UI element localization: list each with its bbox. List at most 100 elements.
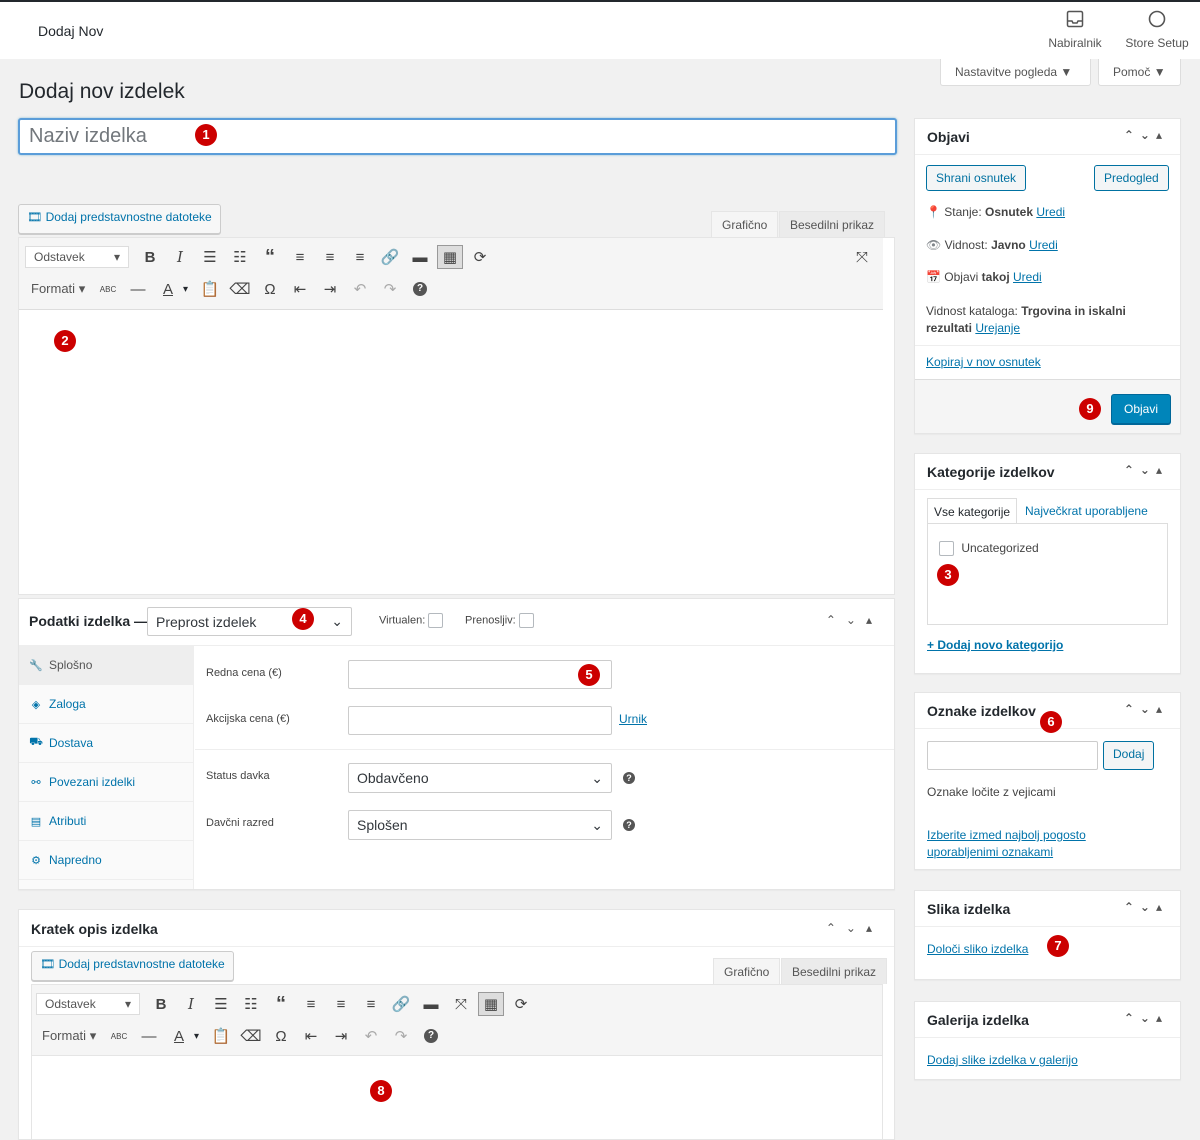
add-media-button[interactable]: 🎞 Dodaj predstavnostne datoteke bbox=[18, 204, 221, 234]
preview-button[interactable]: Predogled bbox=[1094, 165, 1169, 191]
refresh-icon[interactable]: ⟳ bbox=[506, 991, 536, 1017]
indent-icon[interactable]: ⇥ bbox=[326, 1023, 356, 1049]
tab-text[interactable]: Besedilni prikaz bbox=[779, 211, 886, 237]
horizontal-line-icon[interactable]: — bbox=[134, 1023, 164, 1049]
formats-menu[interactable]: Formati ▾ bbox=[36, 1028, 104, 1044]
help-icon[interactable]: ? bbox=[405, 276, 435, 302]
caret-down-icon[interactable]: ▾ bbox=[194, 1031, 206, 1042]
tab-general[interactable]: 🔧 Splošno bbox=[19, 646, 193, 685]
add-media-button[interactable]: 🎞 Dodaj predstavnostne datoteke bbox=[31, 951, 234, 981]
undo-icon[interactable]: ↶ bbox=[356, 1023, 386, 1049]
read-more-icon[interactable]: ▬ bbox=[416, 991, 446, 1017]
help-button[interactable]: Pomoč ▼ bbox=[1098, 59, 1181, 86]
set-product-image-link[interactable]: Določi sliko izdelka bbox=[927, 942, 1028, 956]
sale-price-input[interactable] bbox=[348, 706, 612, 735]
choose-tags-link[interactable]: Izberite izmed najbolj pogosto uporablje… bbox=[927, 827, 1127, 861]
italic-icon[interactable]: I bbox=[165, 244, 195, 270]
virtual-checkbox[interactable] bbox=[428, 613, 444, 628]
text-color-icon[interactable]: A bbox=[164, 1023, 194, 1049]
tab-text[interactable]: Besedilni prikaz bbox=[781, 958, 888, 984]
editor-content-area[interactable] bbox=[31, 1056, 883, 1140]
box-controls[interactable]: ⌃⌄▴ bbox=[826, 613, 882, 627]
publish-date-edit-link[interactable]: Uredi bbox=[1013, 270, 1042, 284]
help-icon[interactable]: ? bbox=[416, 1023, 446, 1049]
box-controls[interactable]: ⌃⌄▴ bbox=[1124, 900, 1168, 914]
help-icon[interactable]: ? bbox=[623, 772, 635, 784]
save-draft-button[interactable]: Shrani osnutek bbox=[926, 165, 1027, 191]
box-controls[interactable]: ⌃⌄▴ bbox=[826, 921, 882, 935]
strikethrough-icon[interactable]: ABC bbox=[104, 1023, 134, 1049]
product-title-input[interactable]: Naziv izdelka bbox=[18, 118, 897, 155]
status-edit-link[interactable]: Uredi bbox=[1036, 205, 1065, 219]
align-center-icon[interactable]: ≡ bbox=[326, 991, 356, 1017]
numbered-list-icon[interactable]: ☷ bbox=[225, 244, 255, 270]
bullet-list-icon[interactable]: ☰ bbox=[195, 244, 225, 270]
add-tag-button[interactable]: Dodaj bbox=[1103, 741, 1155, 770]
tab-inventory[interactable]: ◈ Zaloga bbox=[19, 685, 193, 724]
tag-input[interactable] bbox=[927, 741, 1098, 770]
align-center-icon[interactable]: ≡ bbox=[315, 244, 345, 270]
formats-menu[interactable]: Formati ▾ bbox=[25, 281, 93, 297]
tax-status-select[interactable]: Obdavčeno ⌄ bbox=[348, 763, 612, 793]
screen-options-button[interactable]: Nastavitve pogleda ▼ bbox=[940, 59, 1091, 86]
publish-button[interactable]: Objavi bbox=[1111, 394, 1172, 424]
store-setup-button[interactable]: Store Setup bbox=[1124, 10, 1190, 50]
fullscreen-icon[interactable]: ⤧ bbox=[847, 244, 877, 270]
special-character-icon[interactable]: Ω bbox=[266, 1023, 296, 1049]
horizontal-line-icon[interactable]: — bbox=[123, 276, 153, 302]
tab-visual[interactable]: Grafično bbox=[713, 958, 781, 984]
product-type-select[interactable]: Preprost izdelek ⌄ bbox=[147, 607, 352, 636]
virtual-option[interactable]: Virtualen: bbox=[379, 613, 444, 628]
tab-all-categories[interactable]: Vse kategorije bbox=[927, 498, 1018, 524]
text-color-icon[interactable]: A bbox=[153, 276, 183, 302]
tab-visual[interactable]: Grafično bbox=[711, 211, 779, 237]
downloadable-option[interactable]: Prenosljiv: bbox=[465, 613, 534, 628]
link-icon[interactable]: 🔗 bbox=[386, 991, 416, 1017]
italic-icon[interactable]: I bbox=[176, 991, 206, 1017]
special-character-icon[interactable]: Ω bbox=[255, 276, 285, 302]
regular-price-input[interactable] bbox=[348, 660, 612, 689]
indent-icon[interactable]: ⇥ bbox=[315, 276, 345, 302]
toolbar-toggle-icon[interactable]: ▦ bbox=[437, 245, 463, 269]
tab-shipping[interactable]: ⛟ Dostava bbox=[19, 724, 193, 763]
caret-down-icon[interactable]: ▾ bbox=[183, 284, 195, 295]
box-controls[interactable]: ⌃⌄▴ bbox=[1124, 1011, 1168, 1025]
strikethrough-icon[interactable]: ABC bbox=[93, 276, 123, 302]
category-item[interactable]: Uncategorized bbox=[939, 541, 1039, 557]
toolbar-toggle-icon[interactable]: ▦ bbox=[478, 992, 504, 1016]
category-checkbox[interactable] bbox=[939, 541, 954, 557]
undo-icon[interactable]: ↶ bbox=[345, 276, 375, 302]
tax-class-select[interactable]: Splošen ⌄ bbox=[348, 810, 612, 840]
link-icon[interactable]: 🔗 bbox=[375, 244, 405, 270]
copy-draft-link[interactable]: Kopiraj v nov osnutek bbox=[926, 355, 1041, 369]
tab-linked-products[interactable]: ⚯ Povezani izdelki bbox=[19, 763, 193, 802]
box-controls[interactable]: ⌃⌄▴ bbox=[1124, 463, 1168, 477]
format-select[interactable]: Odstavek ▾ bbox=[36, 993, 140, 1015]
box-controls[interactable]: ⌃⌄▴ bbox=[1124, 128, 1168, 142]
tab-popular-categories[interactable]: Največkrat uporabljene bbox=[1025, 504, 1148, 518]
numbered-list-icon[interactable]: ☷ bbox=[236, 991, 266, 1017]
refresh-icon[interactable]: ⟳ bbox=[465, 244, 495, 270]
downloadable-checkbox[interactable] bbox=[518, 613, 534, 628]
paste-text-icon[interactable]: 📋 bbox=[195, 276, 225, 302]
outdent-icon[interactable]: ⇤ bbox=[296, 1023, 326, 1049]
schedule-link[interactable]: Urnik bbox=[619, 712, 647, 726]
bullet-list-icon[interactable]: ☰ bbox=[206, 991, 236, 1017]
blockquote-icon[interactable]: “ bbox=[266, 991, 296, 1017]
visibility-edit-link[interactable]: Uredi bbox=[1029, 238, 1058, 252]
catalog-edit-link[interactable]: Urejanje bbox=[975, 321, 1020, 335]
redo-icon[interactable]: ↷ bbox=[375, 276, 405, 302]
clear-formatting-icon[interactable]: ⌫ bbox=[236, 1023, 266, 1049]
read-more-icon[interactable]: ▬ bbox=[405, 244, 435, 270]
box-controls[interactable]: ⌃⌄▴ bbox=[1124, 702, 1168, 716]
help-icon[interactable]: ? bbox=[623, 819, 635, 831]
outdent-icon[interactable]: ⇤ bbox=[285, 276, 315, 302]
format-select[interactable]: Odstavek ▾ bbox=[25, 246, 129, 268]
blockquote-icon[interactable]: “ bbox=[255, 244, 285, 270]
editor-content-area[interactable] bbox=[19, 310, 883, 594]
inbox-button[interactable]: Nabiralnik bbox=[1042, 10, 1108, 50]
add-category-link[interactable]: + Dodaj novo kategorijo bbox=[927, 638, 1063, 652]
align-right-icon[interactable]: ≡ bbox=[356, 991, 386, 1017]
bold-icon[interactable]: B bbox=[146, 991, 176, 1017]
clear-formatting-icon[interactable]: ⌫ bbox=[225, 276, 255, 302]
